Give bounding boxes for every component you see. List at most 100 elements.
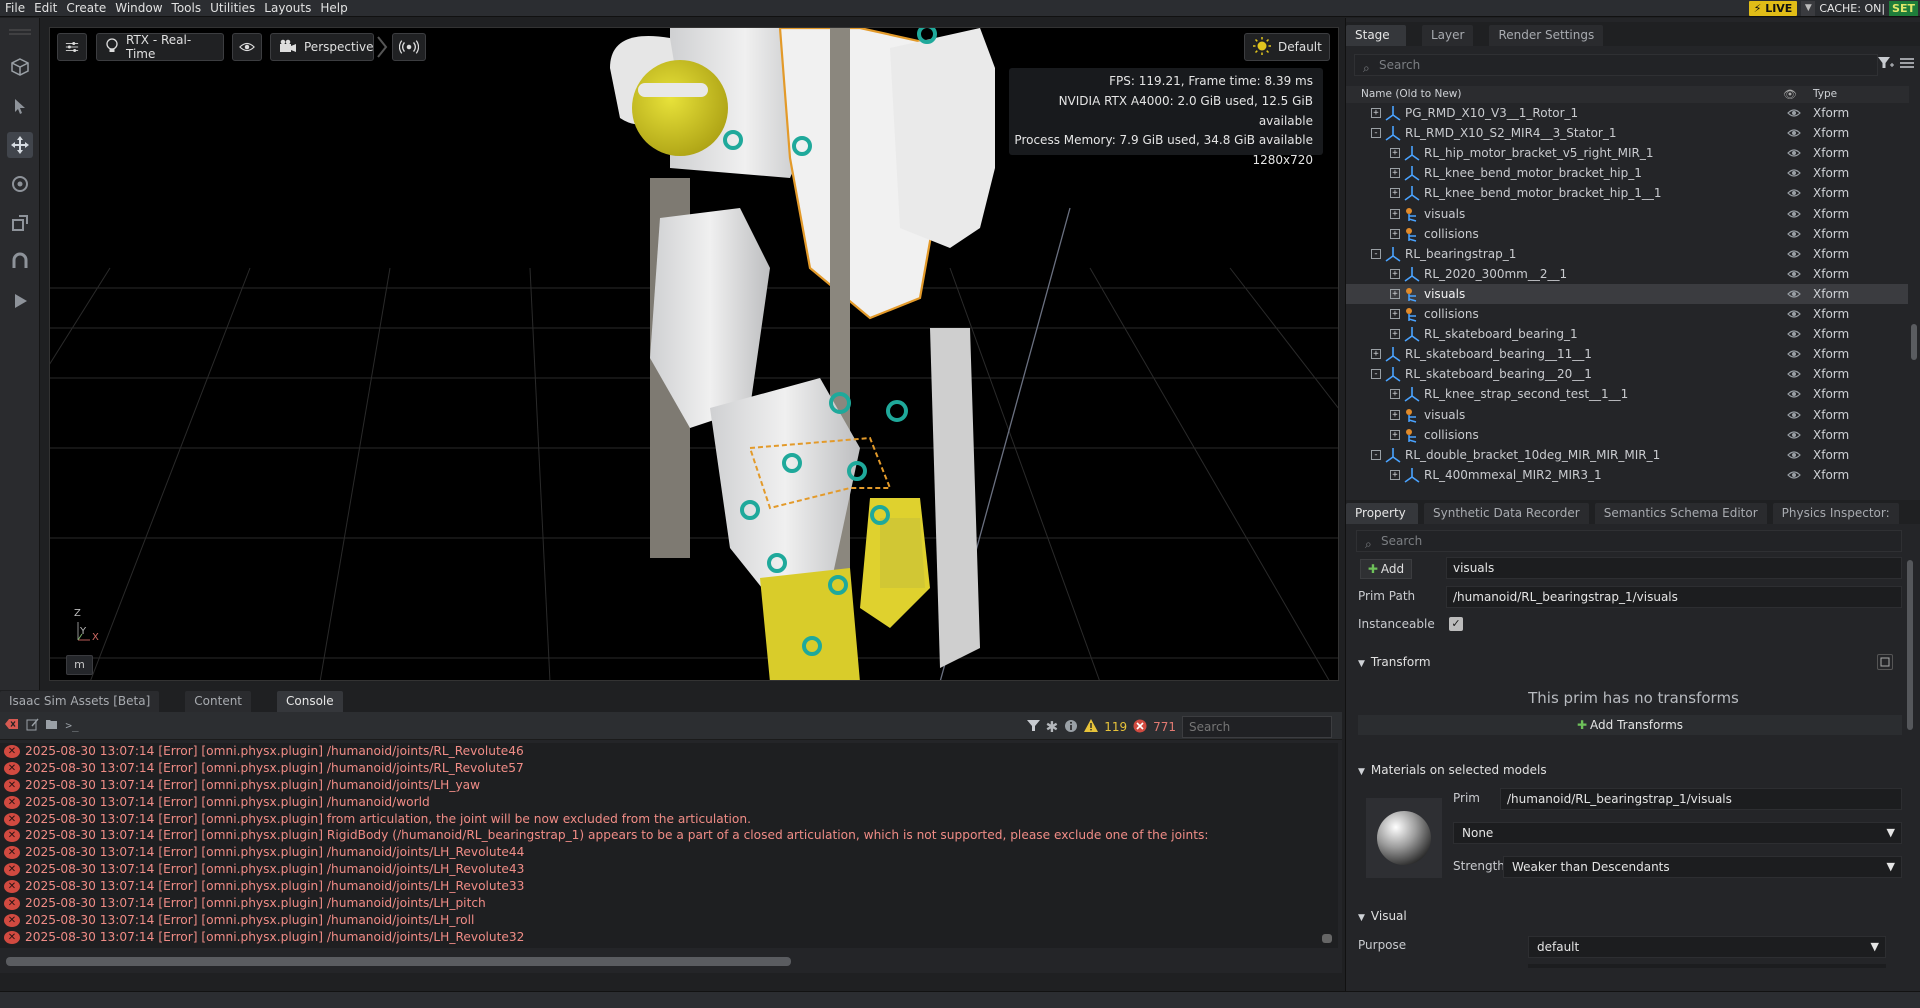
expand-icon[interactable]: +	[1371, 108, 1381, 118]
visibility-eye-icon[interactable]	[1787, 405, 1801, 427]
expand-icon[interactable]: +	[1390, 329, 1400, 340]
menu-help[interactable]: Help	[315, 0, 351, 17]
verbose-asterisk-icon[interactable]: ✱	[1046, 718, 1059, 736]
move-tool-icon[interactable]	[7, 132, 33, 158]
edit-log-icon[interactable]	[25, 718, 39, 734]
expand-icon[interactable]: +	[1390, 188, 1400, 199]
stage-tree-row[interactable]: - RL_RMD_X10_S2_MIR4__3_Stator_1 Xform	[1346, 123, 1908, 143]
tab-render-settings[interactable]: Render Settings	[1489, 25, 1604, 46]
visibility-eye-icon[interactable]	[232, 33, 262, 61]
play-icon[interactable]	[7, 288, 33, 314]
stage-tree-row[interactable]: + collisions Xform	[1346, 224, 1908, 244]
tab-isaac-sim-assets[interactable]: Isaac Sim Assets [Beta]	[0, 691, 160, 712]
prim-name-field[interactable]: visuals	[1446, 557, 1902, 579]
expand-icon[interactable]: +	[1390, 168, 1400, 179]
transform-options-icon[interactable]	[1877, 654, 1893, 670]
console-log[interactable]: ✕ 2025-08-30 13:07:14 [Error] [omni.physx…	[0, 743, 1338, 948]
stage-tree-row[interactable]: + PG_RMD_X10_V3__1_Rotor_1 Xform	[1346, 103, 1908, 123]
cache-status[interactable]: CACHE: ON|	[1819, 2, 1885, 15]
stage-tree-scrollbar[interactable]	[1911, 324, 1917, 360]
strength-select[interactable]: Weaker than Descendants ▼	[1503, 856, 1902, 878]
visibility-eye-icon[interactable]	[1787, 163, 1801, 185]
expand-icon[interactable]: +	[1371, 349, 1381, 360]
select-mode-cube-icon[interactable]	[7, 54, 33, 80]
viewport-settings-icon[interactable]	[57, 33, 87, 61]
console-search-input[interactable]	[1182, 716, 1332, 738]
menu-file[interactable]: File	[0, 0, 29, 17]
stage-tree-row[interactable]: + RL_hip_motor_bracket_v5_right_MIR_1 Xfor…	[1346, 143, 1908, 163]
stage-search-input[interactable]: ⌕ Search	[1354, 54, 1878, 76]
lighting-button[interactable]: Default	[1244, 33, 1330, 61]
visibility-eye-icon[interactable]	[1787, 143, 1801, 165]
broadcast-icon[interactable]	[392, 33, 426, 61]
error-icon[interactable]	[1133, 719, 1147, 736]
visibility-eye-icon[interactable]	[1787, 364, 1801, 386]
stage-tree-row[interactable]: + visuals Xform	[1346, 405, 1908, 425]
column-type-header[interactable]: Type	[1813, 86, 1837, 103]
stage-tree-row[interactable]: + collisions Xform	[1346, 304, 1908, 324]
live-dropdown-chevron-icon[interactable]: ▼	[1801, 0, 1816, 16]
column-name-header[interactable]: Name (Old to New)	[1361, 86, 1461, 103]
console-horizontal-scrollbar[interactable]	[6, 957, 791, 966]
visibility-eye-icon[interactable]	[1787, 244, 1801, 266]
purpose-select[interactable]: default ▼	[1528, 936, 1886, 958]
stage-tree-row[interactable]: + RL_skateboard_bearing_1 Xform	[1346, 324, 1908, 344]
stage-tree-row[interactable]: + RL_knee_bend_motor_bracket_hip_1__1 Xfor…	[1346, 183, 1908, 203]
collapse-icon[interactable]: -	[1371, 369, 1381, 380]
expand-icon[interactable]: +	[1390, 469, 1400, 480]
add-transforms-button[interactable]: ✚ Add Transforms	[1358, 715, 1902, 735]
tab-property[interactable]: Property	[1346, 503, 1418, 524]
prim-path-field[interactable]: /humanoid/RL_bearingstrap_1/visuals	[1446, 586, 1902, 608]
snap-magnet-icon[interactable]	[7, 249, 33, 275]
material-prim-field[interactable]: /humanoid/RL_bearingstrap_1/visuals	[1500, 788, 1902, 810]
console-vertical-scrollbar[interactable]	[1322, 934, 1332, 943]
visibility-eye-icon[interactable]	[1787, 465, 1801, 487]
stage-tree-row[interactable]: - RL_double_bracket_10deg_MIR_MIR_MIR_1 Xf…	[1346, 445, 1908, 465]
tab-physics-inspector[interactable]: Physics Inspector:	[1772, 503, 1899, 524]
info-icon[interactable]	[1064, 719, 1078, 736]
menu-utilities[interactable]: Utilities	[205, 0, 259, 17]
rotate-tool-icon[interactable]	[7, 171, 33, 197]
stage-tree-row[interactable]: - RL_bearingstrap_1 Xform	[1346, 244, 1908, 264]
stage-tree-row[interactable]: + RL_knee_bend_motor_bracket_hip_1 Xform	[1346, 163, 1908, 183]
render-mode-button[interactable]: RTX - Real-Time	[96, 33, 224, 61]
stage-tree-row[interactable]: - RL_skateboard_bearing__20__1 Xform	[1346, 364, 1908, 384]
stage-tree-row[interactable]: + visuals Xform	[1346, 204, 1908, 224]
visibility-eye-icon[interactable]	[1787, 344, 1801, 366]
visibility-eye-icon[interactable]	[1787, 284, 1801, 306]
menu-window[interactable]: Window	[110, 0, 166, 17]
expand-icon[interactable]: +	[1390, 288, 1400, 299]
tab-stage[interactable]: Stage	[1346, 25, 1406, 46]
materials-section-header[interactable]: ▼ Materials on selected models	[1358, 763, 1547, 777]
property-search-input[interactable]: ⌕ Search	[1356, 530, 1902, 552]
tab-content[interactable]: Content	[185, 691, 252, 712]
instanceable-checkbox[interactable]: ✓	[1449, 617, 1463, 631]
menu-create[interactable]: Create	[61, 0, 110, 17]
select-arrow-icon[interactable]	[7, 93, 33, 119]
stage-tree[interactable]: + PG_RMD_X10_V3__1_Rotor_1 Xform - RL_RMD_X1…	[1346, 103, 1908, 493]
stage-tree-row[interactable]: + RL_knee_strap_second_test__1__1 Xform	[1346, 384, 1908, 404]
visual-section-header[interactable]: ▼ Visual	[1358, 909, 1407, 923]
stage-tree-row[interactable]: + RL_2020_300mm__2__1 Xform	[1346, 264, 1908, 284]
stage-filter-icon[interactable]	[1878, 56, 1894, 73]
visibility-eye-icon[interactable]	[1787, 425, 1801, 447]
add-button[interactable]: ✚ Add	[1360, 559, 1412, 579]
menu-layouts[interactable]: Layouts	[259, 0, 315, 17]
camera-button[interactable]: Perspective	[270, 33, 374, 61]
warning-icon[interactable]	[1084, 719, 1099, 735]
open-folder-icon[interactable]	[45, 718, 59, 733]
visibility-eye-icon[interactable]	[1787, 384, 1801, 406]
set-badge[interactable]: SET	[1889, 0, 1918, 16]
menu-edit[interactable]: Edit	[29, 0, 61, 17]
collapse-icon[interactable]: -	[1371, 449, 1381, 460]
expand-icon[interactable]: +	[1390, 208, 1400, 219]
tab-console[interactable]: Console	[277, 691, 343, 712]
visibility-eye-icon[interactable]	[1787, 123, 1801, 145]
stage-tree-row[interactable]: + RL_skateboard_bearing__11__1 Xform	[1346, 344, 1908, 364]
expand-icon[interactable]: +	[1390, 148, 1400, 159]
transform-section-header[interactable]: ▼ Transform	[1358, 655, 1431, 669]
expand-icon[interactable]: +	[1390, 389, 1400, 400]
visibility-eye-icon[interactable]	[1787, 264, 1801, 286]
clear-console-icon[interactable]	[5, 718, 19, 733]
tab-synthetic-data-recorder[interactable]: Synthetic Data Recorder	[1424, 503, 1589, 524]
